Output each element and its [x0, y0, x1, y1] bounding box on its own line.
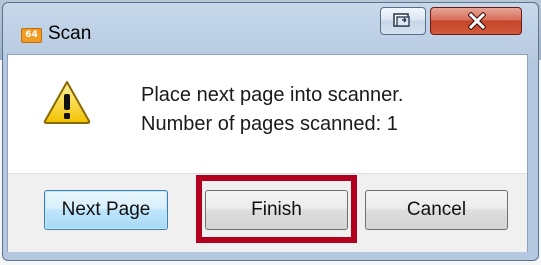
- app-icon: 64: [21, 28, 42, 43]
- close-icon: [468, 12, 486, 30]
- restore-button[interactable]: [380, 7, 426, 35]
- finish-button[interactable]: Finish: [205, 190, 348, 230]
- message-line-1: Place next page into scanner.: [141, 84, 404, 106]
- warning-icon: [43, 81, 91, 124]
- close-button[interactable]: [430, 7, 522, 35]
- dialog-content: Place next page into scanner. Number of …: [7, 54, 528, 252]
- message-line-2: Number of pages scanned: 1: [141, 113, 398, 135]
- window-title: Scan: [48, 23, 92, 44]
- next-page-button[interactable]: Next Page: [44, 190, 168, 230]
- message-text: Place next page into scanner. Number of …: [141, 81, 403, 139]
- cancel-button[interactable]: Cancel: [365, 190, 508, 230]
- title-bar[interactable]: 64 Scan: [3, 3, 538, 55]
- screenshot-root: 64 Scan Place next page into scanner. Nu…: [0, 0, 541, 265]
- restore-icon: [393, 13, 410, 27]
